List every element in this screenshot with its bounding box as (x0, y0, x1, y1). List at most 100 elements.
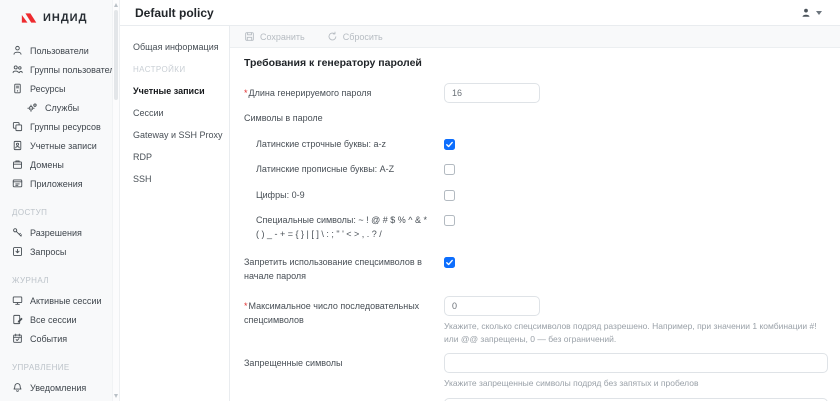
app-window: ИНДИД Пользователи Группы пользователей … (0, 0, 840, 401)
main-panel: Сохранить Сбросить Требования к генерато… (230, 26, 840, 401)
bell-icon (12, 382, 23, 393)
sidebar-item-label: Ресурсы (30, 84, 66, 94)
sidebar-item-services[interactable]: Службы (12, 98, 109, 117)
subnav-item-rdp[interactable]: RDP (133, 146, 223, 168)
sidebar-item-all-sessions[interactable]: Все сессии (12, 310, 109, 329)
field-label: Обязательные символы (244, 398, 444, 401)
scroll-up-icon[interactable] (114, 3, 118, 7)
user-icon (12, 45, 23, 56)
domain-icon (12, 159, 23, 170)
server-group-icon (12, 121, 23, 132)
required-symbols-input[interactable] (444, 398, 828, 401)
checkbox-label: Запретить использование спецсимволов в н… (244, 256, 444, 283)
gears-icon (27, 102, 38, 113)
save-button-label: Сохранить (260, 32, 305, 42)
sidebar-scrollbar[interactable] (112, 0, 119, 401)
special-symbols-row: Специальные символы: ~ ! @ # $ % ^ & * (… (244, 214, 828, 241)
forbidden-symbols-field: Запрещенные символы Укажите запрещенные … (244, 353, 828, 390)
sidebar-item-resources[interactable]: Ресурсы (12, 79, 109, 98)
subnav-item-label: RDP (133, 152, 152, 162)
sidebar-item-user-groups[interactable]: Группы пользователей (12, 60, 109, 79)
check-icon (445, 140, 454, 149)
latin-lowercase-row: Латинские строчные буквы: a-z (244, 138, 828, 152)
field-hint: Укажите запрещенные символы подряд без з… (444, 377, 828, 390)
apps-icon (12, 178, 23, 189)
form-title: Требования к генератору паролей (244, 57, 828, 69)
field-label: Запрещенные символы (244, 353, 444, 371)
forbid-leading-special-row: Запретить использование спецсимволов в н… (244, 256, 828, 283)
server-icon (12, 83, 23, 94)
checkbox-special-symbols[interactable] (444, 215, 455, 226)
checkbox-forbid-leading-special[interactable] (444, 257, 455, 268)
main-sidebar: ИНДИД Пользователи Группы пользователей … (0, 0, 120, 401)
scrollbar-thumb[interactable] (114, 10, 118, 100)
reset-button[interactable]: Сбросить (327, 31, 383, 42)
reset-button-label: Сбросить (343, 32, 383, 42)
subnav-section-settings: НАСТРОЙКИ (133, 58, 223, 80)
sidebar-item-label: Группы пользователей (30, 65, 120, 75)
page-title: Default policy (135, 6, 214, 20)
sidebar-item-policies[interactable]: Политики (12, 397, 109, 401)
field-hint: Укажите, сколько спецсимволов подряд раз… (444, 320, 828, 346)
checkbox-digits[interactable] (444, 190, 455, 201)
subnav-item-label: Gateway и SSH Proxy (133, 130, 223, 140)
forbidden-symbols-input[interactable] (444, 353, 828, 373)
sidebar-section-management: УПРАВЛЕНИЕ (12, 361, 109, 373)
user-menu[interactable] (800, 7, 822, 19)
sidebar-item-users[interactable]: Пользователи (12, 41, 109, 60)
checkbox-latin-uppercase[interactable] (444, 164, 455, 175)
subnav-item-general-info[interactable]: Общая информация (133, 36, 223, 58)
subnav-item-label: Общая информация (133, 42, 219, 52)
brand-logo[interactable]: ИНДИД (0, 0, 119, 35)
sidebar-nav: Пользователи Группы пользователей Ресурс… (0, 35, 119, 401)
subnav-item-gateway-ssh-proxy[interactable]: Gateway и SSH Proxy (133, 124, 223, 146)
subnav-item-accounts[interactable]: Учетные записи (133, 80, 223, 102)
chevron-down-icon (816, 11, 822, 15)
symbols-section: Символы в пароле (244, 112, 828, 126)
save-floppy-icon (244, 31, 255, 42)
sidebar-item-active-sessions[interactable]: Активные сессии (12, 291, 109, 310)
inbox-arrow-icon (12, 246, 23, 257)
latin-uppercase-row: Латинские прописные буквы: A-Z (244, 163, 828, 177)
top-header: Default policy (120, 0, 840, 26)
right-pane: Default policy Общая информация НАСТРОЙК… (120, 0, 840, 401)
id-badge-icon (12, 140, 23, 151)
subnav-item-ssh[interactable]: SSH (133, 168, 223, 190)
brand-mark-icon (21, 11, 38, 25)
scroll-down-icon[interactable] (114, 394, 118, 398)
users-icon (12, 64, 23, 75)
sidebar-item-notifications[interactable]: Уведомления (12, 378, 109, 397)
symbols-section-label: Символы в пароле (244, 112, 444, 126)
subnav-item-sessions[interactable]: Сессии (133, 102, 223, 124)
sidebar-item-accounts[interactable]: Учетные записи (12, 136, 109, 155)
subnav-item-label: Сессии (133, 108, 164, 118)
user-avatar-icon (800, 7, 812, 19)
sidebar-section-access: ДОСТУП (12, 206, 109, 218)
max-consecutive-special-field: *Максимальное число последовательных спе… (244, 296, 828, 346)
field-label: *Максимальное число последовательных спе… (244, 296, 444, 327)
sidebar-item-applications[interactable]: Приложения (12, 174, 109, 193)
check-icon (445, 258, 454, 267)
sidebar-item-label: Пользователи (30, 46, 89, 56)
checkbox-label: Цифры: 0-9 (244, 189, 444, 203)
sidebar-item-domains[interactable]: Домены (12, 155, 109, 174)
form-content: Требования к генератору паролей *Длина г… (230, 48, 840, 401)
sidebar-item-resource-groups[interactable]: Группы ресурсов (12, 117, 109, 136)
sidebar-item-label: Учетные записи (30, 141, 97, 151)
max-consecutive-special-input[interactable] (444, 296, 540, 316)
required-marker: * (244, 301, 248, 311)
sidebar-item-permissions[interactable]: Разрешения (12, 223, 109, 242)
form-toolbar: Сохранить Сбросить (230, 26, 840, 48)
checkbox-latin-lowercase[interactable] (444, 139, 455, 150)
sidebar-item-label: Уведомления (30, 383, 86, 393)
reset-arrow-icon (327, 31, 338, 42)
sidebar-item-label: Все сессии (30, 315, 77, 325)
sidebar-item-events[interactable]: События (12, 329, 109, 348)
sidebar-item-label: Запросы (30, 247, 66, 257)
brand-name: ИНДИД (43, 12, 87, 24)
save-button[interactable]: Сохранить (244, 31, 305, 42)
checkbox-label: Латинские прописные буквы: A-Z (244, 163, 444, 177)
subnav-item-label: SSH (133, 174, 152, 184)
generated-password-length-input[interactable] (444, 83, 540, 103)
sidebar-item-requests[interactable]: Запросы (12, 242, 109, 261)
